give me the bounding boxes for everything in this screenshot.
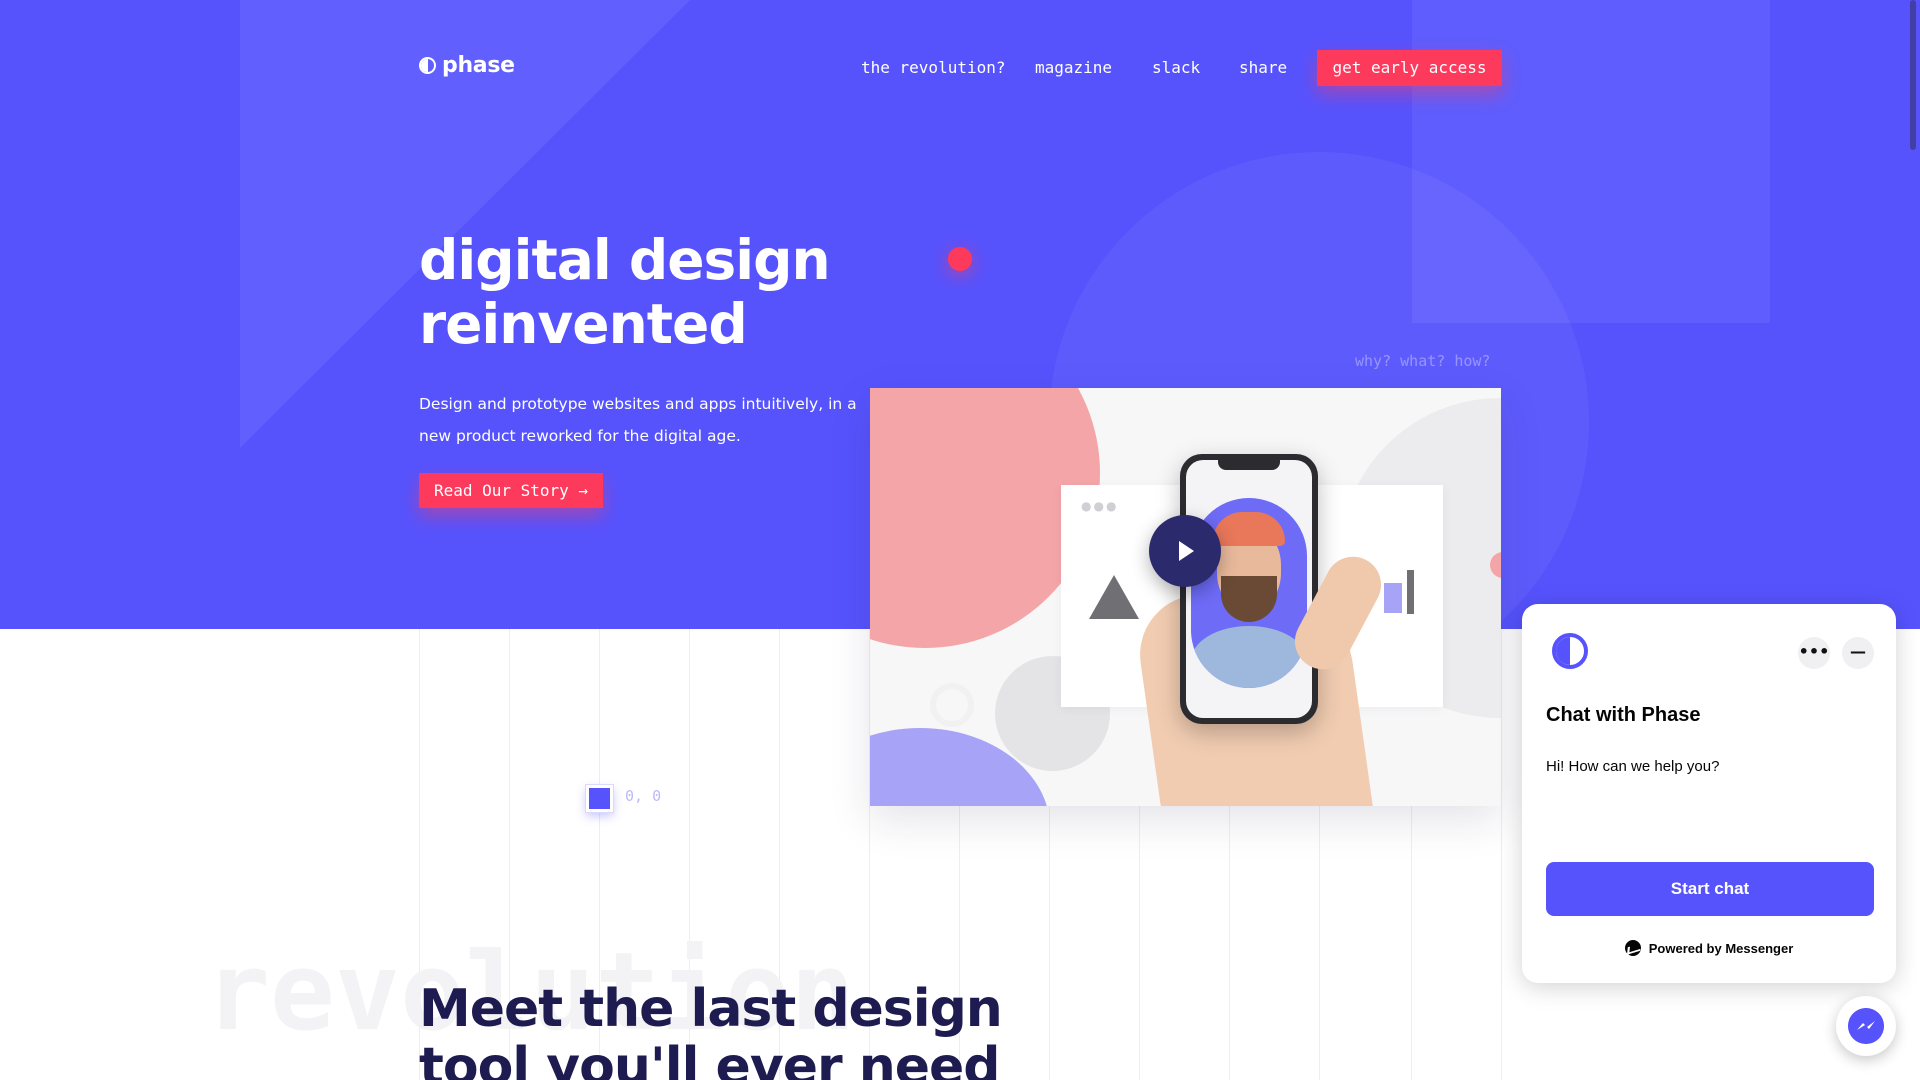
chat-widget: ••• — Chat with Phase Hi! How can we hel… xyxy=(1522,604,1896,983)
get-early-access-button[interactable]: get early access xyxy=(1317,50,1502,86)
powered-by[interactable]: Powered by Messenger xyxy=(1522,940,1896,956)
messenger-icon xyxy=(1848,1008,1884,1044)
minimize-icon[interactable]: — xyxy=(1842,637,1874,669)
play-icon[interactable] xyxy=(1149,515,1221,587)
chat-message: Hi! How can we help you? xyxy=(1546,758,1720,775)
section-title: Meet the last design tool you'll ever ne… xyxy=(419,979,1003,1080)
logo[interactable]: phase xyxy=(419,53,515,78)
start-chat-button[interactable]: Start chat xyxy=(1546,862,1874,916)
messenger-chat-button[interactable] xyxy=(1836,996,1896,1056)
page-scrollbar[interactable] xyxy=(1910,0,1916,150)
hero-title: digital design reinvented xyxy=(419,228,831,356)
portrait-beanie xyxy=(1213,512,1285,546)
portrait-beard xyxy=(1221,576,1277,622)
cursor-coordinates: 0, 0 xyxy=(625,787,662,805)
phone-screen xyxy=(1186,460,1312,718)
video-decor-ring xyxy=(930,683,974,727)
hero-title-line-2: reinvented xyxy=(419,292,748,356)
grid-line xyxy=(1501,629,1502,1080)
hero-subtitle: Design and prototype websites and apps i… xyxy=(419,395,857,445)
hero-title-line-1: digital design xyxy=(419,228,831,292)
nav-link-the-revolution[interactable]: the revolution? xyxy=(861,50,1006,86)
portrait-shirt xyxy=(1191,626,1307,688)
read-our-story-button[interactable]: Read Our Story → xyxy=(419,473,603,508)
phone-notch xyxy=(1218,460,1280,470)
triangle-shape xyxy=(1089,575,1139,619)
messenger-icon xyxy=(1624,940,1641,956)
window-dots-icon: ●●● xyxy=(1081,499,1119,513)
powered-by-label: Powered by Messenger xyxy=(1648,940,1794,956)
bar-shape xyxy=(1407,570,1414,614)
bar-shape xyxy=(1384,583,1402,613)
nav-link-slack[interactable]: slack xyxy=(1152,50,1200,86)
nav-link-magazine[interactable]: magazine xyxy=(1035,50,1112,86)
half-circle-logo-icon xyxy=(419,57,436,74)
cursor-marker xyxy=(586,785,613,812)
half-circle-logo-icon xyxy=(1552,633,1588,669)
logo-text: phase xyxy=(442,53,515,78)
hero-video[interactable]: ●●● xyxy=(870,388,1501,806)
decorative-dot xyxy=(948,247,972,271)
nav-link-share[interactable]: share xyxy=(1239,50,1287,86)
more-horizontal-icon[interactable]: ••• xyxy=(1798,637,1830,669)
chat-title: Chat with Phase xyxy=(1546,704,1701,726)
phone-illustration xyxy=(1180,454,1318,724)
why-what-how-caption: why? what? how? xyxy=(1355,352,1491,370)
